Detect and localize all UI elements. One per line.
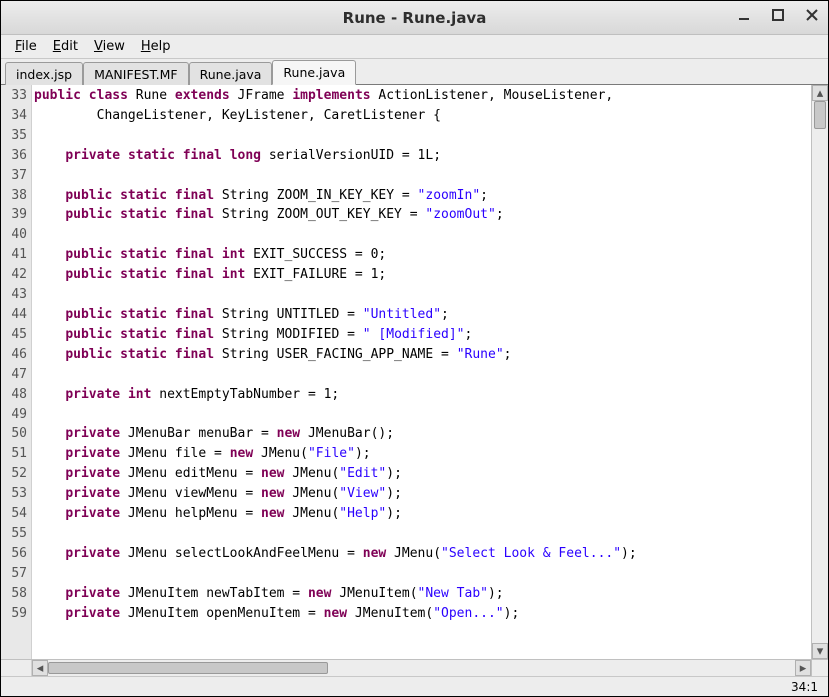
- scroll-corner: [811, 660, 828, 676]
- minimize-icon[interactable]: [734, 5, 754, 25]
- code-editor[interactable]: public class Rune extends JFrame impleme…: [32, 85, 811, 659]
- scroll-left-icon[interactable]: ◂: [32, 660, 48, 676]
- code-line[interactable]: public static final String USER_FACING_A…: [34, 345, 811, 365]
- code-line[interactable]: public static final int EXIT_SUCCESS = 0…: [34, 245, 811, 265]
- line-number-gutter: 33 34 35 36 37 38 39 40 41 42 43 44 45 4…: [1, 85, 32, 659]
- code-line[interactable]: private JMenu viewMenu = new JMenu("View…: [34, 484, 811, 504]
- code-line[interactable]: private JMenu file = new JMenu("File");: [34, 444, 811, 464]
- scroll-up-icon[interactable]: ▴: [812, 85, 828, 101]
- code-line[interactable]: [34, 365, 811, 385]
- code-line[interactable]: [34, 166, 811, 186]
- code-line[interactable]: public static final String ZOOM_OUT_KEY_…: [34, 205, 811, 225]
- menu-help-rest: elp: [151, 39, 171, 54]
- horizontal-scrollbar-row: ◂ ▸: [1, 659, 828, 676]
- code-line[interactable]: private JMenu helpMenu = new JMenu("Help…: [34, 504, 811, 524]
- code-line[interactable]: public static final int EXIT_FAILURE = 1…: [34, 265, 811, 285]
- code-line[interactable]: public static final String UNTITLED = "U…: [34, 305, 811, 325]
- code-line[interactable]: [34, 405, 811, 425]
- menu-edit[interactable]: Edit: [47, 37, 84, 56]
- horizontal-scrollbar[interactable]: ◂ ▸: [32, 660, 828, 676]
- scroll-thumb-h[interactable]: [48, 662, 328, 674]
- vertical-scrollbar[interactable]: ▴ ▾: [811, 85, 828, 659]
- menu-view[interactable]: View: [88, 37, 131, 56]
- code-line[interactable]: public class Rune extends JFrame impleme…: [34, 86, 811, 106]
- code-line[interactable]: private static final long serialVersionU…: [34, 146, 811, 166]
- gutter-spacer: [1, 660, 32, 676]
- code-line[interactable]: private JMenuItem openMenuItem = new JMe…: [34, 604, 811, 624]
- menu-help[interactable]: Help: [135, 37, 177, 56]
- code-line[interactable]: private int nextEmptyTabNumber = 1;: [34, 385, 811, 405]
- code-line[interactable]: public static final String ZOOM_IN_KEY_K…: [34, 186, 811, 206]
- tab-index-jsp[interactable]: index.jsp: [5, 62, 83, 85]
- code-line[interactable]: [34, 564, 811, 584]
- window-title: Rune - Rune.java: [343, 9, 487, 27]
- scroll-down-icon[interactable]: ▾: [812, 643, 828, 659]
- code-line[interactable]: private JMenuBar menuBar = new JMenuBar(…: [34, 424, 811, 444]
- code-line[interactable]: ChangeListener, KeyListener, CaretListen…: [34, 106, 811, 126]
- menu-view-rest: iew: [103, 39, 125, 54]
- maximize-icon[interactable]: [768, 5, 788, 25]
- menubar: File Edit View Help: [1, 35, 828, 59]
- scroll-thumb-v[interactable]: [814, 101, 826, 129]
- code-line[interactable]: private JMenu editMenu = new JMenu("Edit…: [34, 464, 811, 484]
- tab-manifest-mf[interactable]: MANIFEST.MF: [83, 62, 189, 85]
- menu-file[interactable]: File: [9, 37, 43, 56]
- code-line[interactable]: [34, 285, 811, 305]
- cursor-position: 34:1: [791, 680, 818, 694]
- statusbar: 34:1: [1, 676, 828, 696]
- menu-file-rest: ile: [22, 39, 37, 54]
- code-line[interactable]: public static final String MODIFIED = " …: [34, 325, 811, 345]
- code-line[interactable]: [34, 524, 811, 544]
- titlebar[interactable]: Rune - Rune.java: [1, 1, 828, 35]
- tab-rune-java[interactable]: Rune.java: [189, 62, 273, 85]
- application-window: Rune - Rune.java File Edit View Help ind…: [0, 0, 829, 697]
- menu-edit-rest: dit: [61, 39, 78, 54]
- tabbar: index.jspMANIFEST.MFRune.javaRune.java: [1, 59, 828, 85]
- scroll-track-h[interactable]: [48, 660, 795, 676]
- code-line[interactable]: private JMenuItem newTabItem = new JMenu…: [34, 584, 811, 604]
- scroll-track-v[interactable]: [812, 101, 828, 643]
- code-line[interactable]: private JMenu selectLookAndFeelMenu = ne…: [34, 544, 811, 564]
- code-line[interactable]: [34, 225, 811, 245]
- scroll-right-icon[interactable]: ▸: [795, 660, 811, 676]
- tab-rune-java[interactable]: Rune.java: [272, 60, 356, 85]
- window-controls: [734, 5, 822, 25]
- code-line[interactable]: [34, 126, 811, 146]
- editor-area: 33 34 35 36 37 38 39 40 41 42 43 44 45 4…: [1, 85, 828, 659]
- close-icon[interactable]: [802, 5, 822, 25]
